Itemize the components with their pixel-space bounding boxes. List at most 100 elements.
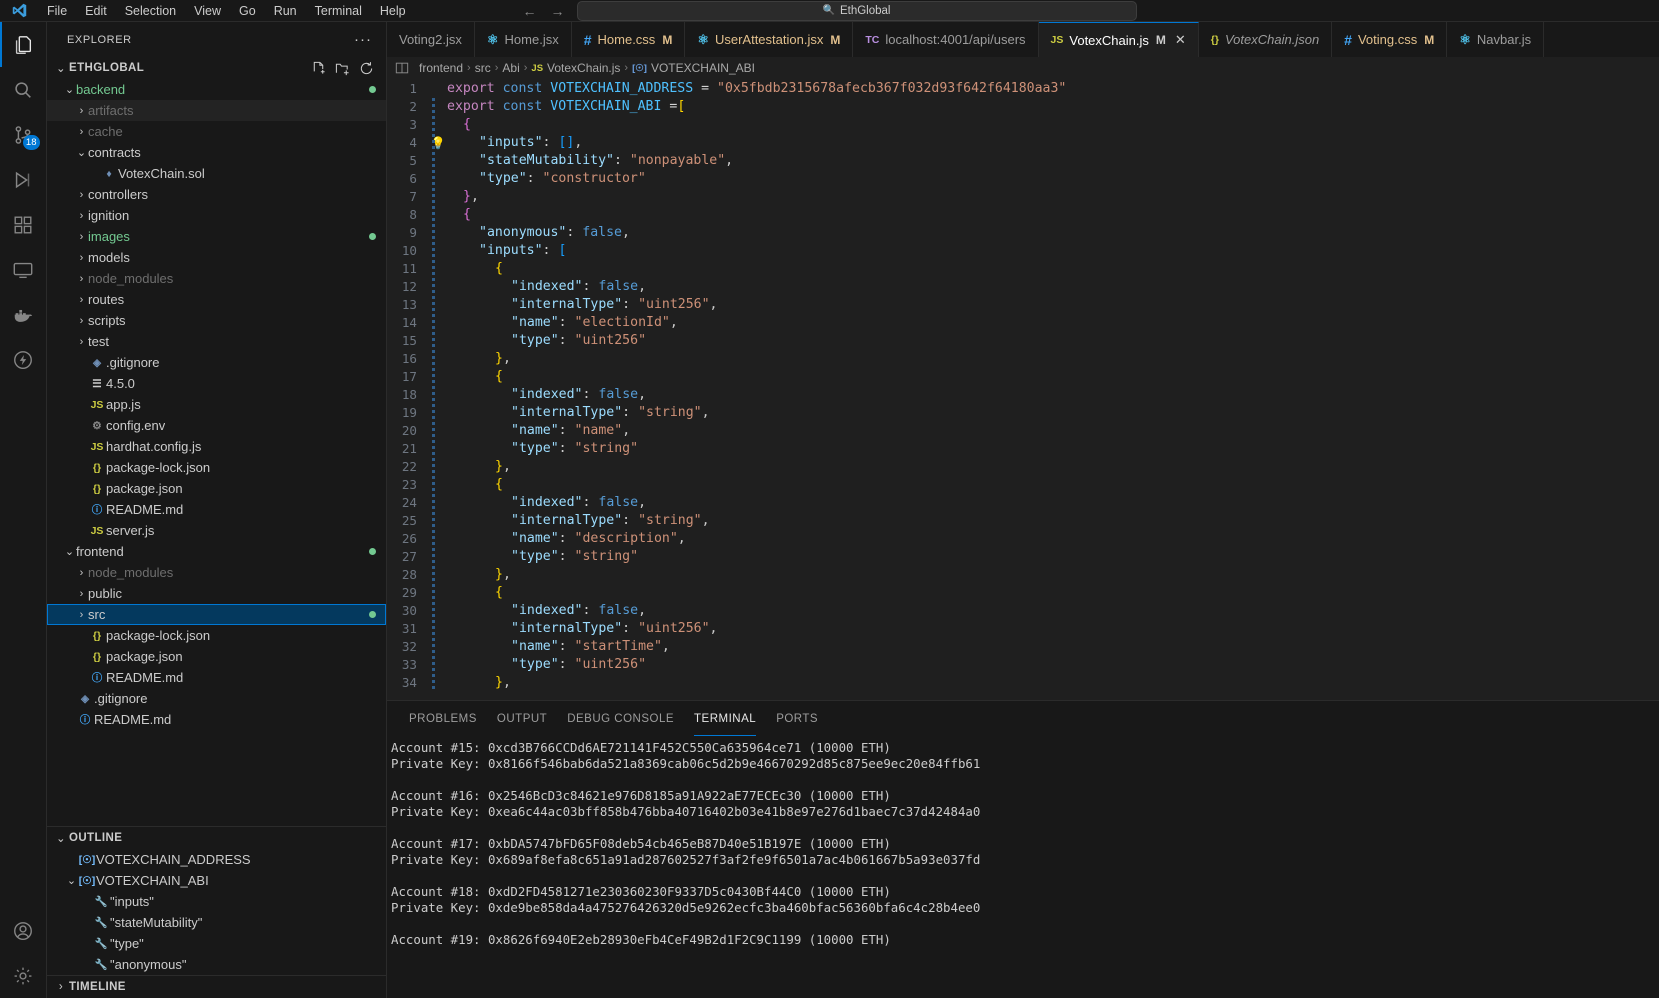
code-line[interactable]: 18 "indexed": false, (387, 386, 1659, 404)
file-tree[interactable]: ⌄ backend › artifacts › cache ⌄ contracts ♦ Votex… (47, 79, 386, 826)
tree-item-votexchain-sol[interactable]: ♦ VotexChain.sol (47, 163, 386, 184)
editor-tab-home-jsx[interactable]: ⚛ Home.jsx (474, 22, 572, 57)
code-editor[interactable]: 1 export const VOTEXCHAIN_ADDRESS = "0x5f… (387, 79, 1659, 700)
code-line[interactable]: 10 "inputs": [ (387, 242, 1659, 260)
code-line[interactable]: 26 "name": "description", (387, 530, 1659, 548)
editor-tab-navbar-js[interactable]: ⚛ Navbar.js (1447, 22, 1545, 57)
activitybar-remote-explorer[interactable] (0, 247, 47, 292)
tree-item-routes[interactable]: › routes (47, 289, 386, 310)
outline-item[interactable]: [☉] VOTEXCHAIN_ADDRESS (47, 849, 386, 870)
menu-bar[interactable]: File Edit Selection View Go Run Terminal… (38, 2, 415, 20)
split-editor-icon[interactable] (395, 61, 409, 75)
new-file-icon[interactable] (311, 61, 326, 76)
tree-item-readme-md[interactable]: ⓘ README.md (47, 709, 386, 730)
code-line[interactable]: 32 "name": "startTime", (387, 638, 1659, 656)
editor-tab-home-css[interactable]: # Home.css M (571, 22, 686, 57)
code-line[interactable]: 17 { (387, 368, 1659, 386)
code-line[interactable]: 33 "type": "uint256" (387, 656, 1659, 674)
tree-item-config-env[interactable]: ⚙ config.env (47, 415, 386, 436)
code-line[interactable]: 9 "anonymous": false, (387, 224, 1659, 242)
activitybar-search[interactable] (0, 67, 47, 112)
go-forward-icon[interactable]: → (551, 3, 565, 19)
tree-item-backend[interactable]: ⌄ backend (47, 79, 386, 100)
tree-item-contracts[interactable]: ⌄ contracts (47, 142, 386, 163)
outline-item[interactable]: ⌄ [☉] VOTEXCHAIN_ABI (47, 870, 386, 891)
tree-item-frontend[interactable]: ⌄ frontend (47, 541, 386, 562)
tree-item-ignition[interactable]: › ignition (47, 205, 386, 226)
breadcrumb[interactable]: frontend › src › Abi › JS VotexChain.js … (387, 57, 1659, 79)
activitybar-explorer[interactable] (0, 22, 47, 67)
outline-item[interactable]: 🔧 "stateMutability" (47, 912, 386, 933)
editor-tab-voting-css[interactable]: # Voting.css M (1332, 22, 1448, 57)
editor-tab-localhost-4001-api-users[interactable]: TC localhost:4001/api/users (853, 22, 1039, 57)
editor-tab-votexchain-json[interactable]: {} VotexChain.json (1198, 22, 1333, 57)
code-line[interactable]: 13 "internalType": "uint256", (387, 296, 1659, 314)
code-line[interactable]: 11 { (387, 260, 1659, 278)
tree-item-node-modules[interactable]: › node_modules (47, 562, 386, 583)
terminal-output[interactable]: Account #15: 0xcd3B766CCDd6AE721141F452C… (387, 736, 1659, 998)
editor-tabs[interactable]: Voting2.jsx ⚛ Home.jsx # Home.css M ⚛ UserAttes… (387, 22, 1659, 57)
close-icon[interactable]: ✕ (1175, 32, 1186, 48)
activitybar-extensions[interactable] (0, 202, 47, 247)
explorer-root-folder[interactable]: ⌄ ETHGLOBAL (47, 57, 386, 79)
panel-tab-terminal[interactable]: TERMINAL (684, 701, 766, 736)
menu-go[interactable]: Go (230, 2, 265, 20)
breadcrumb-item-src[interactable]: src (475, 61, 491, 75)
refresh-icon[interactable] (359, 61, 374, 76)
outline-item[interactable]: 🔧 "anonymous" (47, 954, 386, 975)
code-line[interactable]: 30 "indexed": false, (387, 602, 1659, 620)
tree-item-package-json[interactable]: {} package.json (47, 646, 386, 667)
tree-item-app-js[interactable]: JS app.js (47, 394, 386, 415)
tree-item-artifacts[interactable]: › artifacts (47, 100, 386, 121)
code-line[interactable]: 7}, (387, 188, 1659, 206)
tree-item-server-js[interactable]: JS server.js (47, 520, 386, 541)
tree-item--gitignore[interactable]: ◈ .gitignore (47, 352, 386, 373)
code-line[interactable]: 24 "indexed": false, (387, 494, 1659, 512)
code-line[interactable]: 23 { (387, 476, 1659, 494)
code-line[interactable]: 15 "type": "uint256" (387, 332, 1659, 350)
timeline-section-header[interactable]: › TIMELINE (47, 976, 386, 998)
code-line[interactable]: 19 "internalType": "string", (387, 404, 1659, 422)
breadcrumb-item-symbol[interactable]: [☉] VOTEXCHAIN_ABI (632, 61, 755, 75)
code-line[interactable]: 2 export const VOTEXCHAIN_ABI =[ (387, 98, 1659, 116)
tree-item-scripts[interactable]: › scripts (47, 310, 386, 331)
command-center[interactable]: 🔍 EthGlobal (576, 0, 1137, 21)
activitybar-docker[interactable] (0, 292, 47, 337)
code-line[interactable]: 4 💡 "inputs": [], (387, 134, 1659, 152)
code-line[interactable]: 5 "stateMutability": "nonpayable", (387, 152, 1659, 170)
activitybar-accounts[interactable] (0, 908, 47, 953)
menu-selection[interactable]: Selection (116, 2, 185, 20)
outline-item[interactable]: 🔧 "inputs" (47, 891, 386, 912)
tree-item-controllers[interactable]: › controllers (47, 184, 386, 205)
code-line[interactable]: 6 "type": "constructor" (387, 170, 1659, 188)
menu-run[interactable]: Run (265, 2, 306, 20)
code-line[interactable]: 16}, (387, 350, 1659, 368)
code-line[interactable]: 28}, (387, 566, 1659, 584)
breadcrumb-item-file[interactable]: JS VotexChain.js (531, 61, 620, 75)
tree-item-test[interactable]: › test (47, 331, 386, 352)
tree-item-hardhat-config-js[interactable]: JS hardhat.config.js (47, 436, 386, 457)
code-line[interactable]: 29 { (387, 584, 1659, 602)
tree-item-4-5-0[interactable]: ☰ 4.5.0 (47, 373, 386, 394)
breadcrumb-item-abi[interactable]: Abi (502, 61, 519, 75)
panel-tabs[interactable]: PROBLEMS OUTPUT DEBUG CONSOLE TERMINAL PORTS (387, 701, 1659, 736)
breadcrumb-item-frontend[interactable]: frontend (419, 61, 463, 75)
editor-tab-votexchain-js[interactable]: JS VotexChain.js M ✕ (1038, 22, 1199, 57)
tree-item-cache[interactable]: › cache (47, 121, 386, 142)
sidebar-more-actions-icon[interactable]: ··· (354, 31, 378, 48)
tree-item-src[interactable]: › src (47, 604, 386, 625)
menu-file[interactable]: File (38, 2, 76, 20)
code-lines[interactable]: 1 export const VOTEXCHAIN_ADDRESS = "0x5f… (387, 80, 1659, 692)
tree-item-package-lock-json[interactable]: {} package-lock.json (47, 625, 386, 646)
code-line[interactable]: 21 "type": "string" (387, 440, 1659, 458)
activitybar-source-control[interactable]: 18 (0, 112, 47, 157)
code-line[interactable]: 3{ (387, 116, 1659, 134)
code-line[interactable]: 31 "internalType": "uint256", (387, 620, 1659, 638)
tree-item-readme-md[interactable]: ⓘ README.md (47, 667, 386, 688)
menu-terminal[interactable]: Terminal (306, 2, 371, 20)
tree-item-node-modules[interactable]: › node_modules (47, 268, 386, 289)
code-line[interactable]: 22}, (387, 458, 1659, 476)
panel-tab-output[interactable]: OUTPUT (487, 701, 557, 736)
editor-tab-voting2-jsx[interactable]: Voting2.jsx (387, 22, 475, 57)
panel-tab-problems[interactable]: PROBLEMS (399, 701, 487, 736)
